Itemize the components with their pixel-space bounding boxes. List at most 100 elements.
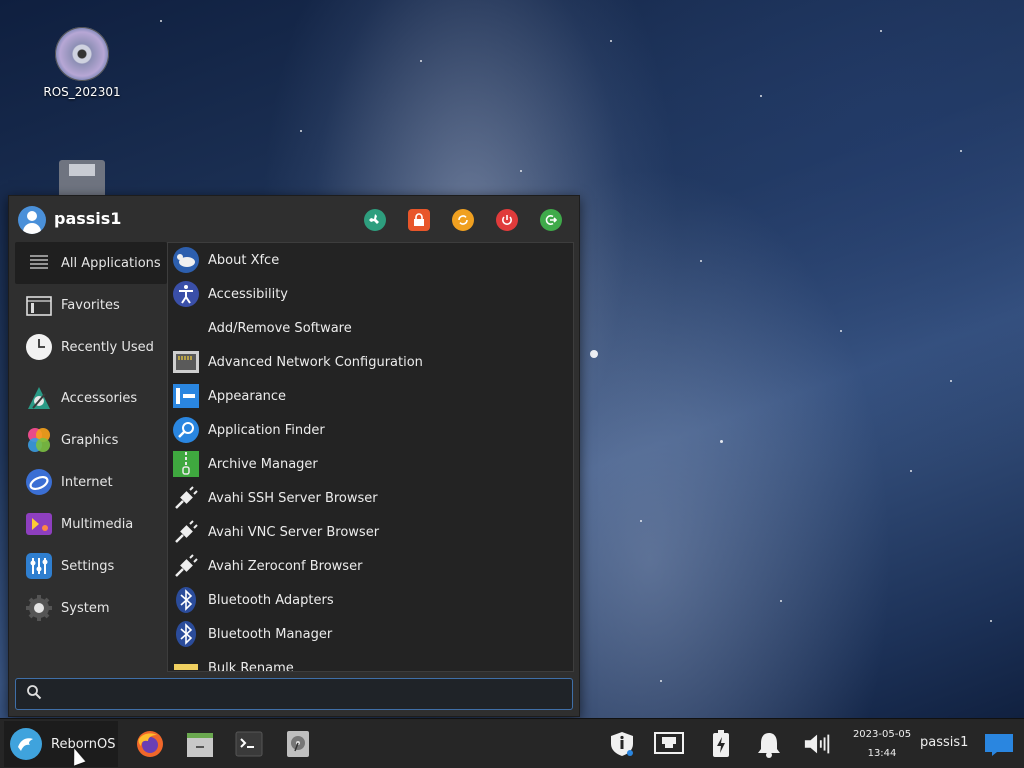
category-label: Favorites bbox=[61, 297, 120, 313]
logout-icon[interactable] bbox=[540, 209, 562, 231]
search-icon bbox=[26, 684, 42, 704]
app-label: Add/Remove Software bbox=[208, 320, 352, 336]
category-label: Internet bbox=[61, 474, 113, 490]
bluetooth-icon bbox=[172, 586, 200, 614]
app-label: Appearance bbox=[208, 388, 287, 404]
user-avatar-icon bbox=[18, 206, 46, 234]
search-input[interactable] bbox=[48, 686, 548, 702]
menu-username: passis1 bbox=[54, 209, 122, 228]
taskbar-username[interactable]: passis1 bbox=[920, 735, 968, 750]
app-item-accessibility[interactable]: Accessibility bbox=[168, 277, 573, 311]
app-item-avahi-vnc-server-browser[interactable]: Avahi VNC Server Browser bbox=[168, 515, 573, 549]
category-all-applications[interactable]: All Applications bbox=[15, 242, 167, 284]
clock-date: 2023-05-05 bbox=[852, 729, 912, 740]
app-label: Archive Manager bbox=[208, 456, 318, 472]
app-item-add-remove-software[interactable]: Add/Remove Software bbox=[168, 311, 573, 345]
file-manager-icon[interactable] bbox=[184, 728, 216, 760]
list-icon bbox=[25, 249, 53, 277]
security-shield-icon[interactable] bbox=[607, 729, 637, 759]
category-favorites[interactable]: Favorites bbox=[15, 284, 167, 326]
network-wired-icon[interactable] bbox=[654, 729, 684, 759]
application-menu: passis1 All Applications Favorites Recen… bbox=[8, 195, 580, 717]
internet-icon bbox=[25, 468, 53, 496]
app-item-archive-manager[interactable]: Archive Manager bbox=[168, 447, 573, 481]
lock-screen-icon[interactable] bbox=[408, 209, 430, 231]
desktop-icon-ros[interactable]: ROS_202301 bbox=[37, 27, 127, 99]
magnifier-icon bbox=[172, 416, 200, 444]
rebornos-logo-icon bbox=[10, 728, 42, 760]
app-item-advanced-network-configuration[interactable]: Advanced Network Configuration bbox=[168, 345, 573, 379]
bulk-rename-icon bbox=[172, 654, 200, 671]
app-label: Application Finder bbox=[208, 422, 325, 438]
desktop-icon-label: ROS_202301 bbox=[43, 85, 121, 99]
network-port-icon bbox=[172, 348, 200, 376]
clock-icon bbox=[25, 333, 53, 361]
plug-icon bbox=[172, 484, 200, 512]
desktop-icon-floppy[interactable] bbox=[37, 160, 127, 200]
power-icon[interactable] bbox=[496, 209, 518, 231]
app-label: Avahi SSH Server Browser bbox=[208, 490, 378, 506]
appearance-icon bbox=[172, 382, 200, 410]
app-item-avahi-zeroconf-browser[interactable]: Avahi Zeroconf Browser bbox=[168, 549, 573, 583]
clock-time: 13:44 bbox=[867, 748, 897, 759]
app-label: Accessibility bbox=[208, 286, 288, 302]
plug-icon bbox=[172, 552, 200, 580]
category-label: Recently Used bbox=[61, 339, 154, 355]
settings-manager-icon[interactable] bbox=[364, 209, 386, 231]
category-label: Graphics bbox=[61, 432, 119, 448]
menu-search-box[interactable] bbox=[15, 678, 573, 710]
floppy-drive-icon bbox=[59, 160, 105, 200]
optical-disc-icon bbox=[55, 27, 109, 81]
app-item-avahi-ssh-server-browser[interactable]: Avahi SSH Server Browser bbox=[168, 481, 573, 515]
category-label: All Applications bbox=[61, 255, 161, 271]
category-graphics[interactable]: Graphics bbox=[15, 419, 167, 461]
accessibility-icon bbox=[172, 280, 200, 308]
category-label: System bbox=[61, 600, 110, 616]
start-menu-button[interactable]: RebornOS bbox=[4, 721, 118, 767]
menu-header: passis1 bbox=[9, 196, 579, 242]
category-recently-used[interactable]: Recently Used bbox=[15, 326, 167, 368]
application-list: About Xfce Accessibility Add/Remove Soft… bbox=[167, 242, 574, 672]
app-label: Bluetooth Adapters bbox=[208, 592, 334, 608]
start-menu-label: RebornOS bbox=[51, 736, 116, 752]
category-accessories[interactable]: Accessories bbox=[15, 377, 167, 419]
app-label: Avahi Zeroconf Browser bbox=[208, 558, 363, 574]
app-item-bluetooth-manager[interactable]: Bluetooth Manager bbox=[168, 617, 573, 651]
firefox-icon[interactable] bbox=[134, 728, 166, 760]
show-desktop-icon[interactable] bbox=[984, 729, 1014, 759]
clock[interactable]: 2023-05-05 13:44 bbox=[848, 725, 916, 763]
category-internet[interactable]: Internet bbox=[15, 461, 167, 503]
app-label: Avahi VNC Server Browser bbox=[208, 524, 380, 540]
graphics-icon bbox=[25, 426, 53, 454]
category-list: All Applications Favorites Recently Used… bbox=[15, 242, 167, 629]
switch-user-icon[interactable] bbox=[452, 209, 474, 231]
volume-icon[interactable] bbox=[803, 729, 833, 759]
plug-icon bbox=[172, 518, 200, 546]
accessories-icon bbox=[25, 384, 53, 412]
app-item-about-xfce[interactable]: About Xfce bbox=[168, 243, 573, 277]
notification-bell-icon[interactable] bbox=[754, 729, 784, 759]
power-battery-icon[interactable] bbox=[706, 729, 736, 759]
category-settings[interactable]: Settings bbox=[15, 545, 167, 587]
category-label: Settings bbox=[61, 558, 115, 574]
archive-icon bbox=[172, 450, 200, 478]
app-label: Advanced Network Configuration bbox=[208, 354, 423, 370]
app-item-bulk-rename[interactable]: Bulk Rename bbox=[168, 651, 573, 672]
system-gear-icon bbox=[25, 594, 53, 622]
app-label: About Xfce bbox=[208, 252, 280, 268]
terminal-icon[interactable] bbox=[233, 728, 265, 760]
disk-utility-icon[interactable] bbox=[282, 728, 314, 760]
multimedia-icon bbox=[25, 510, 53, 538]
app-item-application-finder[interactable]: Application Finder bbox=[168, 413, 573, 447]
category-system[interactable]: System bbox=[15, 587, 167, 629]
folder-icon bbox=[25, 291, 53, 319]
app-item-bluetooth-adapters[interactable]: Bluetooth Adapters bbox=[168, 583, 573, 617]
category-multimedia[interactable]: Multimedia bbox=[15, 503, 167, 545]
app-label: Bluetooth Manager bbox=[208, 626, 333, 642]
category-label: Accessories bbox=[61, 390, 138, 406]
app-item-appearance[interactable]: Appearance bbox=[168, 379, 573, 413]
app-label: Bulk Rename bbox=[208, 660, 294, 672]
settings-icon bbox=[25, 552, 53, 580]
bluetooth-icon bbox=[172, 620, 200, 648]
xfce-mouse-icon bbox=[172, 246, 200, 274]
